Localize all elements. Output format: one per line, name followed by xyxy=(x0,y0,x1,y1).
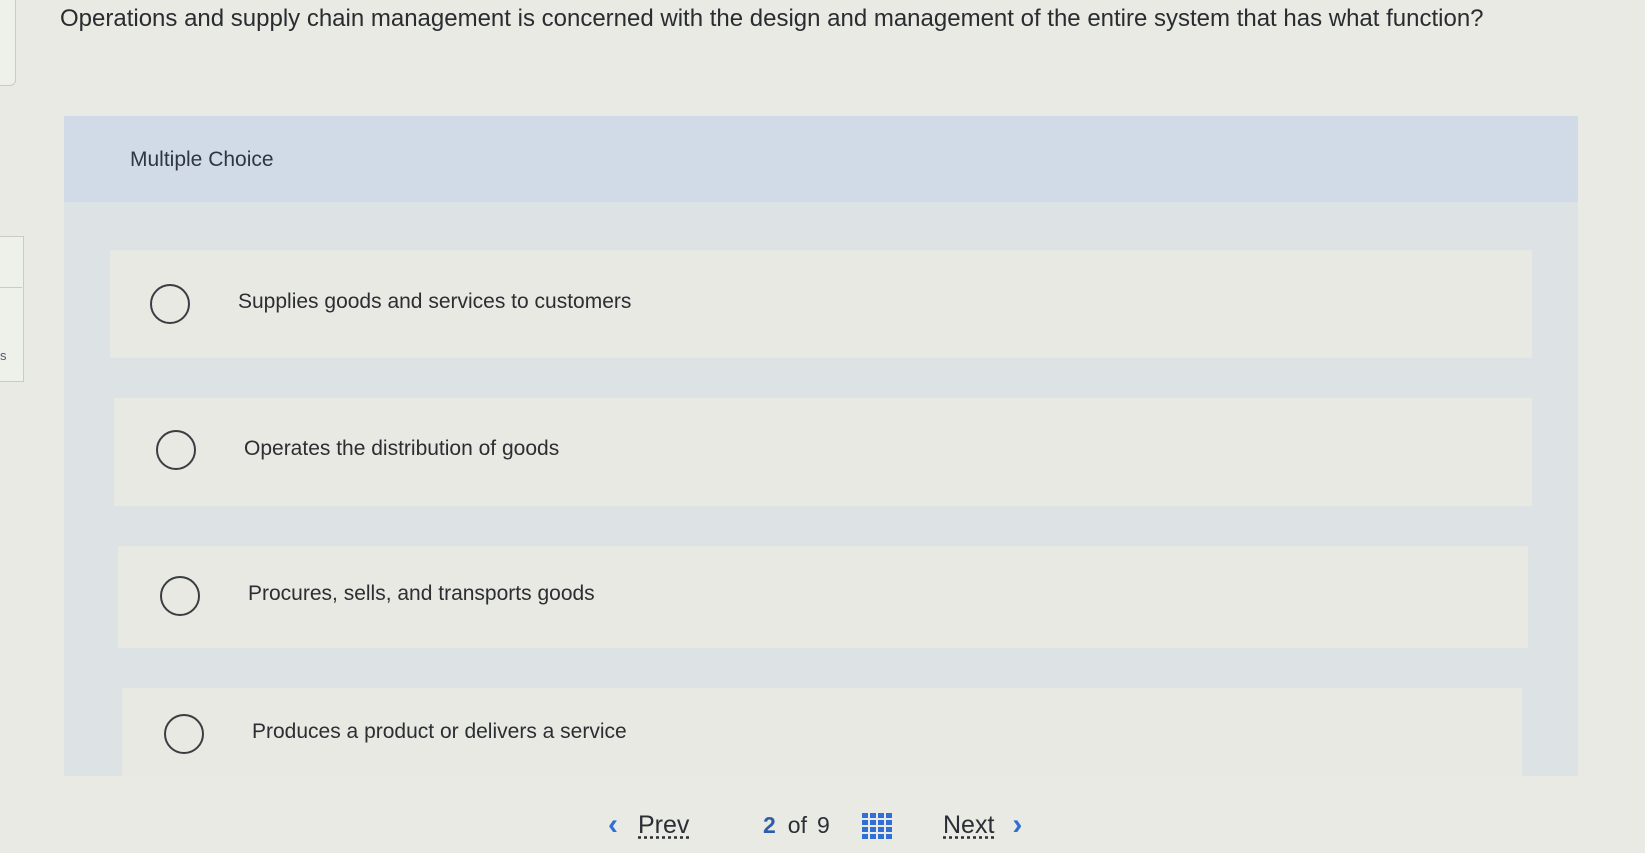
multiple-choice-panel: Multiple Choice Supplies goods and servi… xyxy=(64,116,1578,776)
choice-option-3[interactable]: Procures, sells, and transports goods xyxy=(118,546,1528,648)
choice-label: Supplies goods and services to customers xyxy=(238,290,632,313)
choice-option-4[interactable]: Produces a product or delivers a service xyxy=(122,688,1522,776)
left-edge-letter: s xyxy=(0,348,7,363)
radio-button[interactable] xyxy=(156,430,196,470)
next-button[interactable]: Next › xyxy=(943,805,1022,845)
prev-label: Prev xyxy=(638,810,690,839)
left-edge-divider xyxy=(0,287,22,288)
chevron-left-icon: ‹ xyxy=(608,808,618,841)
choice-option-1[interactable]: Supplies goods and services to customers xyxy=(110,250,1532,358)
multiple-choice-label: Multiple Choice xyxy=(130,148,274,171)
multiple-choice-header: Multiple Choice xyxy=(64,116,1578,202)
radio-button[interactable] xyxy=(160,576,200,616)
radio-button[interactable] xyxy=(164,714,204,754)
choice-label: Procures, sells, and transports goods xyxy=(248,582,595,605)
next-label: Next xyxy=(943,810,995,839)
question-text: Operations and supply chain management i… xyxy=(60,5,1484,32)
choice-label: Operates the distribution of goods xyxy=(244,437,560,460)
left-edge-panel-top xyxy=(0,0,16,86)
question-grid-icon[interactable] xyxy=(862,813,892,841)
choice-option-2[interactable]: Operates the distribution of goods xyxy=(114,398,1532,506)
choice-label: Produces a product or delivers a service xyxy=(252,720,627,743)
radio-button[interactable] xyxy=(150,284,190,324)
prev-button[interactable]: ‹ Prev xyxy=(608,805,689,845)
total-questions: 9 xyxy=(816,811,830,838)
current-question-number: 2 xyxy=(763,811,776,838)
question-counter: 2 of 9 xyxy=(763,805,830,845)
counter-of-label: of xyxy=(787,811,807,838)
chevron-right-icon: › xyxy=(1012,808,1023,841)
question-pager: ‹ Prev 2 of 9 Next › xyxy=(0,805,1645,845)
